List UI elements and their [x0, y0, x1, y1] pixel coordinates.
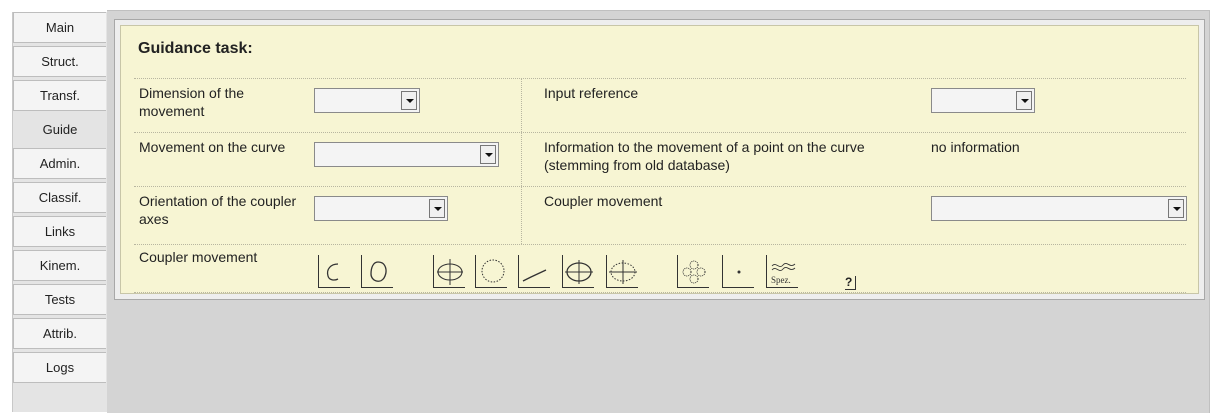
tab-strip: Main Struct. Transf. Guide Admin. Classi…: [12, 12, 108, 412]
tab-admin[interactable]: Admin.: [13, 148, 106, 179]
orientation-select[interactable]: [314, 196, 448, 221]
input-reference-select[interactable]: [931, 88, 1035, 113]
divider: [134, 292, 1186, 293]
dotted-crossed-ellipse-icon[interactable]: [606, 255, 638, 288]
movement-curve-label: Movement on the curve: [139, 139, 286, 155]
chevron-down-icon[interactable]: [1016, 91, 1032, 110]
tab-attrib[interactable]: Attrib.: [13, 318, 106, 349]
tab-transf[interactable]: Transf.: [13, 80, 106, 111]
circle-with-axis-icon[interactable]: [433, 255, 465, 288]
closed-curve-icon[interactable]: [361, 255, 393, 288]
orientation-label: Orientation of the coupler axes: [139, 193, 297, 227]
dotted-loops-icon[interactable]: [677, 255, 709, 288]
special-curve-label: Spez.: [771, 275, 791, 285]
crossed-ellipse-icon[interactable]: [562, 255, 594, 288]
divider: [134, 132, 1186, 133]
tab-main[interactable]: Main: [13, 12, 106, 43]
tab-kinem[interactable]: Kinem.: [13, 250, 106, 281]
straight-line-icon[interactable]: [518, 255, 550, 288]
guidance-panel-frame: Guidance task: Dimension of the movement…: [114, 19, 1205, 300]
tab-guide[interactable]: Guide: [13, 114, 106, 145]
single-point-icon[interactable]: [722, 255, 754, 288]
open-curve-icon[interactable]: [318, 255, 350, 288]
coupler-movement-icons-label: Coupler movement: [139, 249, 258, 265]
divider: [134, 186, 1186, 187]
chevron-down-icon[interactable]: [401, 91, 417, 110]
chevron-down-icon[interactable]: [429, 199, 445, 218]
tab-struct[interactable]: Struct.: [13, 46, 106, 77]
panel-title: Guidance task:: [138, 40, 253, 57]
dimension-select[interactable]: [314, 88, 420, 113]
divider: [134, 244, 1186, 245]
guidance-panel: Guidance task: Dimension of the movement…: [120, 25, 1199, 294]
content-area: Guidance task: Dimension of the movement…: [107, 10, 1210, 413]
chevron-down-icon[interactable]: [1168, 199, 1184, 218]
special-curve-icon[interactable]: Spez.: [766, 255, 798, 288]
movement-curve-select[interactable]: [314, 142, 499, 167]
input-reference-label: Input reference: [544, 85, 639, 101]
tab-classif[interactable]: Classif.: [13, 182, 106, 213]
info-label: Information to the movement of a point o…: [544, 139, 865, 173]
info-value: no information: [931, 139, 1020, 155]
chevron-down-icon[interactable]: [480, 145, 496, 164]
tab-tests[interactable]: Tests: [13, 284, 106, 315]
coupler-movement-label: Coupler movement: [544, 193, 663, 209]
dotted-circle-icon[interactable]: [475, 255, 507, 288]
column-divider: [521, 79, 522, 244]
divider: [134, 78, 1186, 79]
tab-logs[interactable]: Logs: [13, 352, 106, 383]
tab-links[interactable]: Links: [13, 216, 106, 247]
coupler-movement-select[interactable]: [931, 196, 1187, 221]
help-icon[interactable]: ?: [845, 276, 857, 290]
dimension-label: Dimension of the movement: [139, 85, 245, 119]
